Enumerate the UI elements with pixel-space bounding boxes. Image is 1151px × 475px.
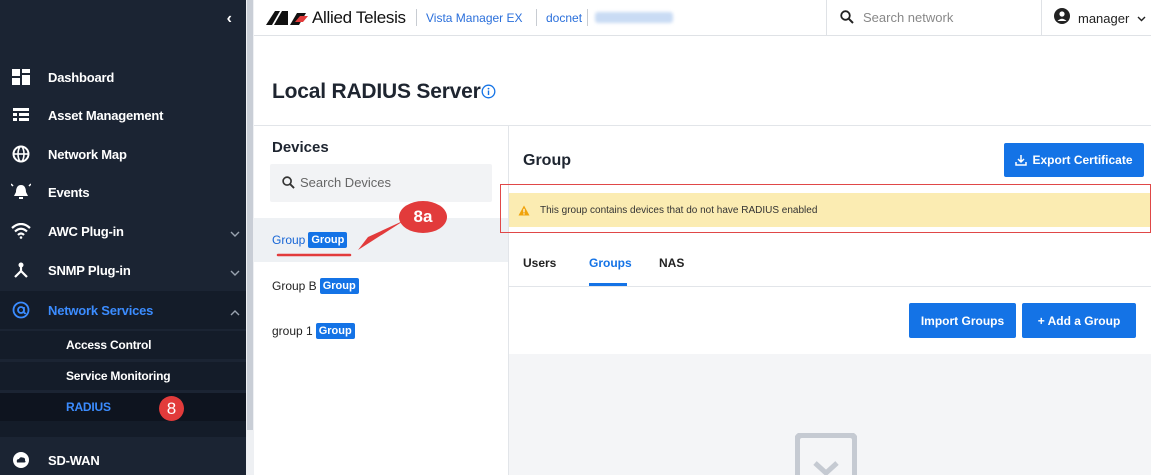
logo-mark-icon: [266, 11, 308, 25]
sidebar-item-label: AWC Plug-in: [48, 223, 124, 239]
cloud-icon: [10, 449, 32, 471]
sidebar-item-asset-management[interactable]: Asset Management: [0, 96, 248, 134]
sidebar-item-label: SNMP Plug-in: [48, 262, 131, 278]
chevron-down-icon: [1137, 9, 1146, 27]
divider: [254, 125, 1151, 126]
search-devices-input[interactable]: Search Devices: [300, 175, 391, 190]
device-name: Group B: [272, 279, 317, 293]
add-group-button[interactable]: + Add a Group: [1022, 303, 1136, 338]
globe-icon: [10, 143, 32, 165]
sidebar-item-label: SD-WAN: [48, 452, 100, 468]
callout-badge: 8a: [399, 201, 447, 233]
network-search[interactable]: Search network: [826, 0, 1042, 36]
tabs-divider: [509, 286, 1151, 287]
sidebar-subitem-access-control[interactable]: Access Control: [0, 331, 248, 359]
highlight-box: [500, 184, 1151, 233]
sidebar-subitem-service-monitoring[interactable]: Service Monitoring: [0, 362, 248, 390]
scrollbar-thumb[interactable]: [247, 0, 253, 430]
sidebar-item-label: Network Map: [48, 146, 127, 162]
sidebar-header: ‹: [0, 0, 248, 36]
divider: [536, 9, 537, 26]
bell-icon: [10, 181, 32, 203]
empty-state-icon: [794, 432, 858, 475]
network-icon: [10, 259, 32, 281]
sidebar-item-snmp-plugin[interactable]: SNMP Plug-in: [0, 251, 248, 289]
device-list-item[interactable]: Group B Group: [254, 264, 508, 308]
user-avatar-icon: [1054, 7, 1070, 29]
sidebar-item-sd-wan[interactable]: SD-WAN: [0, 441, 248, 475]
breadcrumb-network[interactable]: docnet: [546, 11, 582, 25]
sidebar-item-label: Network Services: [48, 302, 154, 318]
sidebar-subitem-radius[interactable]: RADIUS: [0, 393, 248, 421]
device-name: group 1: [272, 324, 313, 338]
sidebar-item-awc-plugin[interactable]: AWC Plug-in: [0, 212, 248, 250]
group-tag: Group: [315, 323, 355, 339]
divider: [587, 9, 588, 26]
sidebar: ‹ Dashboard Asset Management Network Map…: [0, 0, 248, 475]
sidebar-item-dashboard[interactable]: Dashboard: [0, 58, 248, 96]
chevron-down-icon: [230, 224, 240, 242]
redacted-address: [595, 12, 673, 23]
sidebar-item-network-map[interactable]: Network Map: [0, 135, 248, 173]
sidebar-subitem-label: RADIUS: [66, 400, 111, 414]
chevron-up-icon: [230, 303, 240, 321]
sidebar-subitem-label: Service Monitoring: [66, 369, 171, 383]
user-menu[interactable]: manager: [1054, 0, 1146, 36]
sidebar-subitem-label: Access Control: [66, 338, 152, 352]
page-title: Local RADIUS Server: [272, 80, 481, 103]
top-bar: Allied Telesis Vista Manager EX docnet S…: [254, 0, 1151, 36]
sidebar-item-events[interactable]: Events: [0, 173, 248, 211]
info-icon[interactable]: [481, 84, 496, 104]
tab-nas[interactable]: NAS: [659, 256, 684, 270]
export-certificate-label: Export Certificate: [1032, 153, 1133, 167]
sidebar-item-label: Dashboard: [48, 69, 115, 85]
at-icon: [10, 299, 32, 321]
export-certificate-button[interactable]: Export Certificate: [1004, 143, 1144, 177]
callout-pointer: [276, 220, 405, 257]
allied-telesis-logo[interactable]: Allied Telesis: [266, 8, 406, 28]
step-badge: 8: [159, 396, 184, 421]
chevron-down-icon: [230, 263, 240, 281]
tab-users[interactable]: Users: [523, 256, 556, 270]
search-input[interactable]: Search network: [863, 10, 953, 25]
group-tag: Group: [319, 278, 359, 294]
user-name: manager: [1078, 10, 1130, 26]
import-groups-button[interactable]: Import Groups: [909, 303, 1016, 338]
wifi-icon: [10, 220, 32, 242]
device-list-item[interactable]: group 1 Group: [254, 309, 508, 353]
devices-search[interactable]: Search Devices: [270, 164, 492, 202]
collapse-sidebar-icon[interactable]: ‹: [227, 10, 232, 28]
dashboard-icon: [10, 66, 32, 88]
search-icon: [282, 176, 295, 194]
sidebar-scrollbar[interactable]: [246, 0, 254, 475]
sidebar-item-network-services[interactable]: Network Services: [0, 291, 248, 329]
breadcrumb-product[interactable]: Vista Manager EX: [426, 11, 523, 25]
sidebar-item-label: Asset Management: [48, 107, 164, 123]
devices-title: Devices: [272, 139, 329, 156]
search-icon: [840, 10, 854, 29]
group-title: Group: [523, 152, 571, 169]
download-icon: [1015, 154, 1028, 166]
brand-name: Allied Telesis: [312, 8, 406, 27]
tab-groups[interactable]: Groups: [589, 256, 632, 270]
sidebar-subgroup-bottom: [0, 421, 248, 437]
sidebar-item-label: Events: [48, 184, 90, 200]
list-icon: [10, 104, 32, 126]
divider: [416, 9, 417, 26]
